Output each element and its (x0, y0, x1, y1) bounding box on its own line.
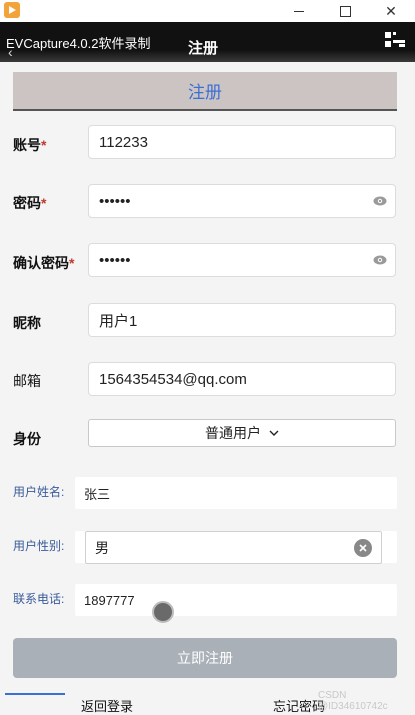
role-select[interactable]: 普通用户 (88, 419, 396, 447)
back-to-login-link[interactable]: 返回登录 (81, 696, 133, 715)
confirm-password-label: 确认密码* (13, 255, 75, 271)
account-input[interactable]: 112233 (88, 125, 396, 159)
required-mark: * (41, 195, 47, 211)
account-label: 账号* (13, 137, 47, 153)
maximize-icon (339, 5, 351, 17)
name-input[interactable]: 张三 (75, 477, 397, 509)
banner-title: 注册 (188, 83, 222, 102)
confirm-password-input[interactable]: •••••• (88, 243, 396, 277)
grid-icon[interactable] (385, 32, 405, 48)
clear-icon[interactable] (354, 539, 372, 557)
close-button[interactable]: ✕ (368, 0, 414, 22)
recorder-label: EVCapture4.0.2软件录制 (6, 36, 151, 51)
eye-icon[interactable] (373, 255, 387, 265)
email-label: 邮箱 (13, 373, 41, 389)
watermark: CSDN @ID34610742c (318, 690, 388, 712)
password-label: 密码* (13, 195, 47, 211)
cursor-indicator (152, 601, 174, 623)
phone-label: 联系电话: (13, 592, 65, 606)
chevron-down-icon (269, 430, 279, 436)
close-icon (359, 544, 367, 552)
name-label: 用户姓名: (13, 485, 65, 499)
progress-line (5, 693, 65, 695)
eye-icon[interactable] (373, 196, 387, 206)
nickname-label: 昵称 (13, 315, 41, 331)
app-icon (4, 2, 20, 18)
maximize-button[interactable] (322, 0, 368, 22)
close-icon: ✕ (385, 2, 397, 19)
register-banner: 注册 (13, 72, 397, 111)
gender-label: 用户性别: (13, 539, 65, 553)
window-titlebar: ✕ (0, 0, 415, 22)
page-title: 注册 (188, 40, 219, 57)
gender-input[interactable]: 男 (85, 531, 382, 564)
minimize-button[interactable] (276, 0, 322, 22)
password-input[interactable]: •••••• (88, 184, 396, 218)
required-mark: * (69, 255, 75, 271)
required-mark: * (41, 137, 47, 153)
email-input[interactable]: 1564354534@qq.com (88, 362, 396, 396)
role-label: 身份 (13, 431, 41, 447)
nickname-input[interactable]: 用户1 (88, 303, 396, 337)
register-button[interactable]: 立即注册 (13, 638, 397, 678)
minimize-icon (294, 10, 304, 12)
phone-input[interactable]: 1897777 (75, 584, 397, 616)
